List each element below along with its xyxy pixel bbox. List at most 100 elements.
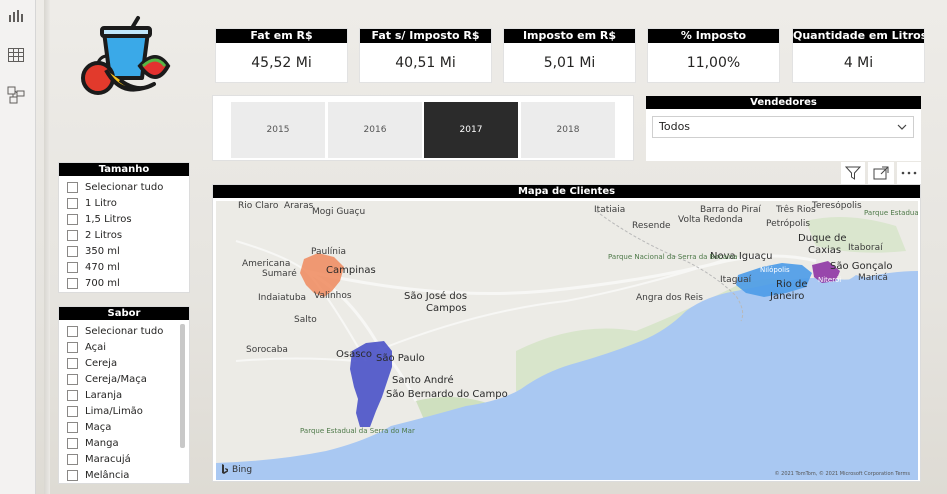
option-label: 470 ml xyxy=(85,261,120,273)
map-label-petropolis: Petrópolis xyxy=(766,219,811,229)
option-label: Manga xyxy=(85,437,119,449)
map-label-rio-claro: Rio Claro xyxy=(238,201,279,211)
kpi-title: Imposto em R$ xyxy=(504,29,635,43)
map-label-janeiro: Janeiro xyxy=(770,291,805,302)
sabor-option[interactable]: Melância xyxy=(59,467,189,483)
option-label: 1 Litro xyxy=(85,197,117,209)
kpi-title: Quantidade em Litros xyxy=(793,29,924,43)
map-label-teresopolis: Teresópolis xyxy=(812,201,862,211)
sabor-option[interactable]: Cereja xyxy=(59,355,189,371)
sabor-option[interactable]: Laranja xyxy=(59,387,189,403)
checkbox[interactable] xyxy=(67,421,78,433)
checkbox[interactable] xyxy=(67,469,78,481)
map-label-rio: Rio de xyxy=(776,279,808,290)
map-label-campinas: Campinas xyxy=(326,265,376,276)
tamanho-option[interactable]: Selecionar tudo xyxy=(59,179,189,195)
year-button-2016[interactable]: 2016 xyxy=(328,102,422,158)
option-label: Maça xyxy=(85,421,112,433)
checkbox[interactable] xyxy=(67,341,78,353)
checkbox[interactable] xyxy=(67,261,78,273)
kpi-card-percent-imposto: % Imposto 11,00% xyxy=(647,28,780,83)
kpi-value: 45,52 Mi xyxy=(251,55,312,71)
map-label-osasco: Osasco xyxy=(336,349,373,360)
checkbox[interactable] xyxy=(67,437,78,449)
chevron-down-icon xyxy=(897,124,907,130)
map-label-salto: Salto xyxy=(294,315,317,325)
checkbox[interactable] xyxy=(67,277,78,289)
map-canvas[interactable]: Rio Claro Araras Mogi Guaçu Paulínia Ame… xyxy=(216,201,918,480)
kpi-value: 40,51 Mi xyxy=(395,55,456,71)
map-label-paulinia: Paulínia xyxy=(311,247,346,257)
checkbox[interactable] xyxy=(67,213,78,225)
kpi-title: Fat em R$ xyxy=(216,29,347,43)
tamanho-option[interactable]: 470 ml xyxy=(59,259,189,275)
checkbox[interactable] xyxy=(67,229,78,241)
map-label-itaborai: Itaboraí xyxy=(848,243,883,253)
sabor-option[interactable]: Lima/Limão xyxy=(59,403,189,419)
option-label: Selecionar tudo xyxy=(85,325,164,337)
kpi-title: Fat s/ Imposto R$ xyxy=(360,29,491,43)
checkbox[interactable] xyxy=(67,245,78,257)
map-label-volta-redonda: Volta Redonda xyxy=(678,215,743,225)
map-label-niteroi: Niterói xyxy=(818,276,842,284)
bing-logo-icon xyxy=(222,464,228,474)
bing-label: Bing xyxy=(232,464,253,475)
kpi-value: 5,01 Mi xyxy=(543,55,596,71)
map-label-indaiatuba: Indaiatuba xyxy=(258,293,307,303)
tamanho-option[interactable]: 350 ml xyxy=(59,243,189,259)
year-button-2018[interactable]: 2018 xyxy=(521,102,615,158)
map-label-sorocaba: Sorocaba xyxy=(246,345,288,355)
checkbox[interactable] xyxy=(67,197,78,209)
vendedores-selected-value: Todos xyxy=(659,120,691,133)
year-button-2017[interactable]: 2017 xyxy=(424,102,518,158)
focus-mode-icon[interactable] xyxy=(868,162,894,184)
checkbox[interactable] xyxy=(67,357,78,369)
more-options-icon[interactable] xyxy=(897,162,921,184)
map-label-duque: Duque de xyxy=(798,233,847,244)
option-label: Cereja xyxy=(85,357,118,369)
vendedores-dropdown[interactable]: Todos xyxy=(652,116,914,138)
checkbox[interactable] xyxy=(67,389,78,401)
tamanho-title: Tamanho xyxy=(59,163,189,176)
map-label-itaguai: Itaguaí xyxy=(720,275,752,285)
map-label-sao-jose: São José dos xyxy=(404,291,468,302)
checkbox[interactable] xyxy=(67,181,78,193)
year-button-2015[interactable]: 2015 xyxy=(231,102,325,158)
map-label-sao-goncalo: São Gonçalo xyxy=(830,261,893,272)
report-view-icon[interactable] xyxy=(6,6,26,26)
map-copyright[interactable]: © 2021 TomTom, © 2021 Microsoft Corporat… xyxy=(775,471,910,477)
checkbox[interactable] xyxy=(67,373,78,385)
kpi-value: 4 Mi xyxy=(843,55,874,71)
option-label: Lima/Limão xyxy=(85,405,143,417)
tamanho-option[interactable]: 2 Litros xyxy=(59,227,189,243)
tamanho-option[interactable]: 1 Litro xyxy=(59,195,189,211)
tamanho-option[interactable]: 700 ml xyxy=(59,275,189,291)
checkbox[interactable] xyxy=(67,453,78,465)
map-label-santo-andre: Santo André xyxy=(392,375,454,386)
map-label-araras: Araras xyxy=(284,201,314,211)
sabor-option[interactable]: Manga xyxy=(59,435,189,451)
fruit-juice-logo-icon xyxy=(76,8,172,104)
option-label: Açai xyxy=(85,341,107,353)
checkbox[interactable] xyxy=(67,325,78,337)
option-label: Melância xyxy=(85,469,130,481)
map-label-caxias: Caxias xyxy=(808,245,842,256)
sabor-option[interactable]: Cereja/Maça xyxy=(59,371,189,387)
sabor-option[interactable]: Maça xyxy=(59,419,189,435)
filter-icon[interactable] xyxy=(841,162,865,184)
bing-attribution: Bing xyxy=(221,464,252,475)
option-label: Maracujá xyxy=(85,453,131,465)
table-view-icon[interactable] xyxy=(6,45,26,65)
model-view-icon[interactable] xyxy=(6,85,26,105)
sabor-option[interactable]: Selecionar tudo xyxy=(59,323,189,339)
option-label: 350 ml xyxy=(85,245,120,257)
checkbox[interactable] xyxy=(67,405,78,417)
vendedores-slicer: Vendedores Todos xyxy=(646,96,921,161)
option-label: Cereja/Maça xyxy=(85,373,147,385)
sabor-option[interactable]: Maracujá xyxy=(59,451,189,467)
sabor-option[interactable]: Açai xyxy=(59,339,189,355)
kpi-card-litros: Quantidade em Litros 4 Mi xyxy=(792,28,925,83)
tamanho-option[interactable]: 1,5 Litros xyxy=(59,211,189,227)
vendedores-title: Vendedores xyxy=(646,96,921,109)
sabor-scrollbar[interactable] xyxy=(180,324,185,448)
